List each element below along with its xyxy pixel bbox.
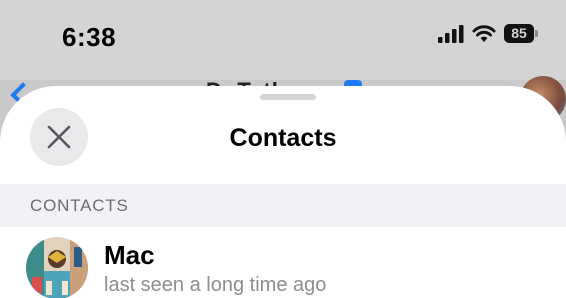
avatar [26,237,88,298]
status-time: 6:38 [62,22,117,52]
contacts-sheet: Contacts CONTACTS Mac last seen a long t… [0,86,566,298]
sheet-grabber[interactable] [260,94,316,100]
contact-row[interactable]: Mac last seen a long time ago [0,227,566,298]
wifi-icon [472,24,496,42]
section-header-label: CONTACTS [30,196,129,215]
avatar-image [26,237,88,298]
battery-level: 85 [504,24,534,43]
battery-icon: 85 [504,24,538,43]
battery-cap [535,30,538,37]
status-icons: 85 [438,24,538,43]
section-header: CONTACTS [0,184,566,227]
sheet-title: Contacts [229,124,337,152]
contact-last-seen: last seen a long time ago [104,274,327,296]
cellular-signal-icon [438,24,464,43]
status-bar: 6:38 85 [0,0,566,80]
contact-name: Mac [104,240,155,270]
